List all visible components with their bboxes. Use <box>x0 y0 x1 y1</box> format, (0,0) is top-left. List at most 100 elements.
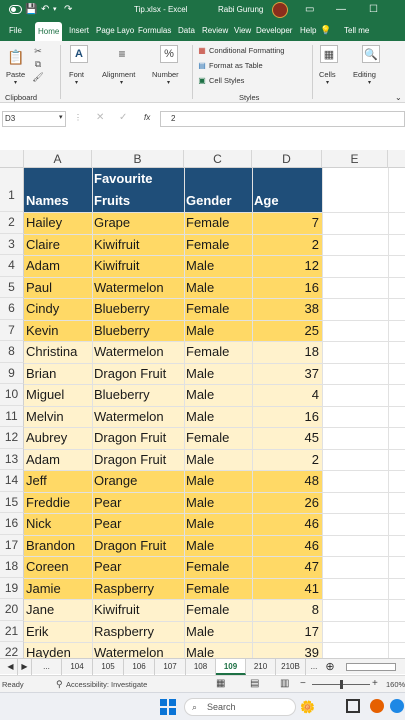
tab-review[interactable]: Review <box>202 20 228 41</box>
user-name[interactable]: Rabi Gurung <box>218 0 263 20</box>
row-header[interactable]: 16 <box>0 513 24 535</box>
cell-name[interactable]: Cindy <box>24 298 92 320</box>
paste-dropdown-icon[interactable]: ▾ <box>14 79 17 86</box>
cell-empty[interactable] <box>322 599 388 621</box>
cell-empty[interactable] <box>322 513 388 535</box>
cell-age[interactable]: 38 <box>252 298 322 320</box>
collapse-ribbon-icon[interactable]: ⌄ <box>395 93 402 102</box>
accessibility-status[interactable]: Accessibility: Investigate <box>66 680 147 689</box>
cell-empty[interactable] <box>322 277 388 299</box>
row-header[interactable]: 8 <box>0 341 24 363</box>
undo-dropdown-icon[interactable]: ▾ <box>53 0 57 20</box>
row-header[interactable]: 22 <box>0 642 24 658</box>
weather-icon[interactable]: 🌼 <box>300 700 315 714</box>
cell-fruit[interactable]: Dragon Fruit <box>92 448 184 470</box>
font-dropdown-icon[interactable]: ▾ <box>75 79 78 86</box>
row-header[interactable]: 3 <box>0 233 24 255</box>
tab-page-layout[interactable]: Page Layo <box>96 20 134 41</box>
font-icon[interactable]: A <box>70 45 88 63</box>
windows-start-icon[interactable] <box>160 699 176 715</box>
cell-gender[interactable]: Female <box>184 341 252 363</box>
cell-empty[interactable] <box>322 556 388 578</box>
row-header[interactable]: 11 <box>0 405 24 427</box>
cell-name[interactable]: Coreen <box>24 556 92 578</box>
cell-age[interactable]: 8 <box>252 599 322 621</box>
cell-empty[interactable] <box>322 492 388 514</box>
row-header[interactable]: 17 <box>0 534 24 556</box>
header-cell-fruits[interactable]: Favourite Fruits <box>92 168 184 212</box>
tell-me-search[interactable]: Tell me <box>344 20 369 41</box>
cell-empty[interactable] <box>322 212 388 234</box>
cell-gender[interactable]: Male <box>184 362 252 384</box>
sheet-tab-210[interactable]: 210 <box>246 659 276 675</box>
alignment-button[interactable]: Alignment <box>102 70 135 79</box>
row-header[interactable]: 14 <box>0 470 24 492</box>
conditional-formatting-button[interactable]: Conditional Formatting <box>209 46 284 55</box>
cell-gender[interactable]: Male <box>184 448 252 470</box>
redo-icon[interactable]: ↷ <box>64 0 72 20</box>
cell-empty[interactable] <box>322 470 388 492</box>
row-header[interactable]: 21 <box>0 620 24 642</box>
cell-gender[interactable]: Male <box>184 620 252 642</box>
enter-icon[interactable]: ✓ <box>119 112 127 123</box>
cell-name[interactable]: Claire <box>24 233 92 255</box>
cell-name[interactable]: Adam <box>24 448 92 470</box>
formula-input[interactable]: 2 <box>160 111 405 127</box>
cell-name[interactable]: Miguel <box>24 384 92 406</box>
cell-gender[interactable]: Male <box>184 534 252 556</box>
cells-button[interactable]: Cells <box>319 70 336 79</box>
add-sheet-icon[interactable]: ⊕ <box>322 659 338 675</box>
row-header[interactable]: 13 <box>0 448 24 470</box>
cell-empty[interactable] <box>322 449 388 471</box>
cell-gender[interactable]: Male <box>184 384 252 406</box>
cell-name[interactable]: Erik <box>24 620 92 642</box>
edge-icon[interactable] <box>390 699 404 713</box>
cell-empty[interactable] <box>322 234 388 256</box>
name-box[interactable]: D3 <box>2 111 66 127</box>
cells-icon[interactable]: ▦ <box>320 45 338 63</box>
sheet-tab-108[interactable]: 108 <box>186 659 216 675</box>
insert-function-button[interactable]: fx <box>144 113 150 122</box>
row-header[interactable]: 20 <box>0 599 24 621</box>
number-dropdown-icon[interactable]: ▾ <box>167 79 170 86</box>
cell-age[interactable]: 46 <box>252 513 322 535</box>
cell-name[interactable]: Nick <box>24 513 92 535</box>
cell-fruit[interactable]: Blueberry <box>92 298 184 320</box>
tab-developer[interactable]: Developer <box>256 20 292 41</box>
sheet-tab-105[interactable]: 105 <box>93 659 124 675</box>
cell-age[interactable]: 26 <box>252 491 322 513</box>
editing-icon[interactable]: 🔍 <box>362 45 380 63</box>
cells-dropdown-icon[interactable]: ▾ <box>326 79 329 86</box>
page-layout-view-icon[interactable]: ▤ <box>250 678 259 689</box>
cell-name[interactable]: Brandon <box>24 534 92 556</box>
maximize-icon[interactable]: ☐ <box>369 0 378 20</box>
number-button[interactable]: Number <box>152 70 179 79</box>
cell-gender[interactable]: Female <box>184 556 252 578</box>
cell-age[interactable]: 41 <box>252 577 322 599</box>
cell-gender[interactable]: Female <box>184 298 252 320</box>
tab-formulas[interactable]: Formulas <box>138 20 171 41</box>
cell-age[interactable]: 7 <box>252 212 322 234</box>
tab-help[interactable]: Help <box>300 20 316 41</box>
cell-fruit[interactable]: Kiwifruit <box>92 255 184 277</box>
cell-name[interactable]: Christina <box>24 341 92 363</box>
cell-age[interactable]: 46 <box>252 534 322 556</box>
cell-name[interactable]: Kevin <box>24 319 92 341</box>
cell-fruit[interactable]: Watermelon <box>92 276 184 298</box>
autosave-toggle[interactable] <box>9 5 22 14</box>
header-cell-gender[interactable]: Gender <box>184 168 252 212</box>
cell-empty[interactable] <box>322 341 388 363</box>
undo-icon[interactable]: ↶ <box>41 0 49 20</box>
cell-age[interactable]: 39 <box>252 642 322 658</box>
normal-view-icon[interactable]: ▦ <box>216 678 225 689</box>
cell-age[interactable]: 48 <box>252 470 322 492</box>
cell-gender[interactable]: Male <box>184 319 252 341</box>
cell-gender[interactable]: Male <box>184 642 252 658</box>
cell-empty[interactable] <box>322 320 388 342</box>
prev-sheet-icon[interactable]: ◀ <box>4 659 18 675</box>
taskbar-search[interactable]: ⌕ Search <box>184 698 296 716</box>
cell-name[interactable]: Hailey <box>24 212 92 234</box>
spreadsheet-grid[interactable]: A B C D E 1 Names Favourite Fruits Gende… <box>0 150 405 658</box>
column-header-c[interactable]: C <box>184 150 252 168</box>
cell-fruit[interactable]: Pear <box>92 491 184 513</box>
